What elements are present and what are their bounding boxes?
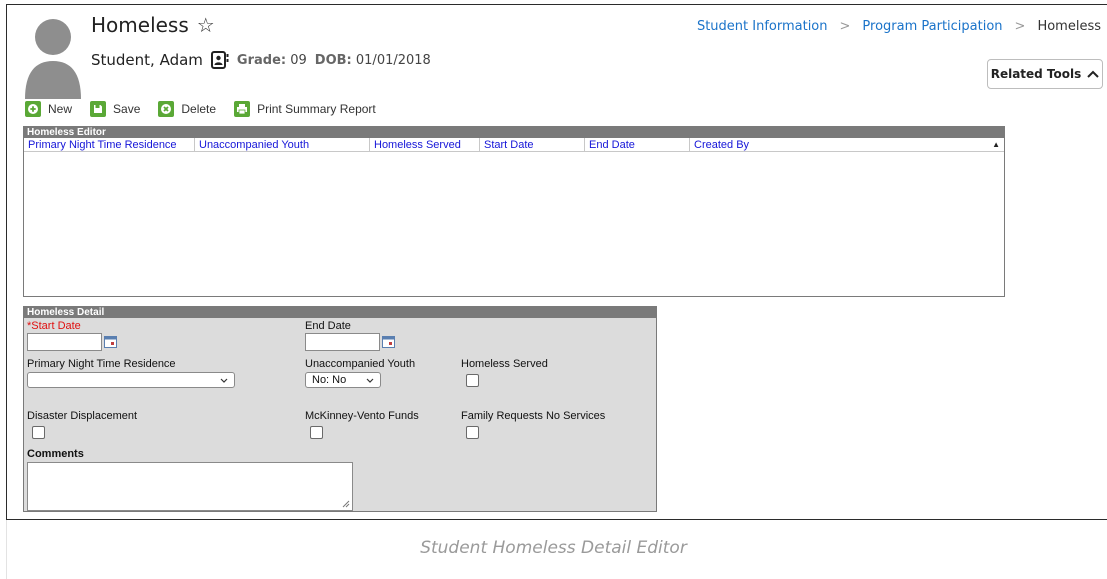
new-label: New bbox=[48, 102, 73, 116]
resize-grip-icon[interactable] bbox=[342, 500, 350, 508]
disaster-displacement-label: Disaster Displacement bbox=[27, 410, 138, 422]
start-date-input[interactable] bbox=[27, 333, 102, 351]
end-date-box bbox=[305, 333, 395, 351]
mckinney-vento-field: McKinney-Vento Funds bbox=[305, 410, 419, 439]
mckinney-vento-checkbox[interactable] bbox=[310, 426, 323, 439]
print-summary-label: Print Summary Report bbox=[257, 102, 376, 116]
student-info: Student, Adam Grade: 09 DOB: 01/01/2018 bbox=[91, 51, 431, 69]
homeless-detail: Homeless Detail *Start Date End Date Pri… bbox=[23, 306, 657, 512]
disaster-displacement-checkbox[interactable] bbox=[32, 426, 45, 439]
family-requests-field: Family Requests No Services bbox=[461, 410, 605, 439]
primary-residence-field: Primary Night Time Residence bbox=[27, 358, 235, 388]
mckinney-vento-label: McKinney-Vento Funds bbox=[305, 410, 419, 422]
print-summary-button[interactable]: Print Summary Report bbox=[234, 101, 376, 117]
save-button[interactable]: Save bbox=[90, 101, 140, 117]
column-start-date[interactable]: Start Date bbox=[480, 138, 585, 151]
delete-button[interactable]: Delete bbox=[158, 101, 216, 117]
comments-label: Comments bbox=[27, 448, 84, 460]
grade-value: 09 bbox=[290, 52, 307, 68]
comments-field: Comments bbox=[27, 448, 353, 511]
column-homeless-served[interactable]: Homeless Served bbox=[370, 138, 480, 151]
chevron-up-icon bbox=[1087, 70, 1099, 78]
homeless-editor: Homeless Editor Primary Night Time Resid… bbox=[23, 126, 1005, 297]
breadcrumb-program-participation[interactable]: Program Participation bbox=[862, 19, 1002, 34]
start-date-field: *Start Date bbox=[27, 320, 117, 351]
start-date-label: *Start Date bbox=[27, 320, 81, 332]
page-frame: Homeless ☆ Student, Adam Grade: 09 DOB: … bbox=[0, 0, 1107, 579]
breadcrumb-separator: > bbox=[1014, 19, 1026, 34]
column-created-by: Created By bbox=[694, 139, 750, 151]
editor-grid-header: Primary Night Time Residence Unaccompani… bbox=[24, 138, 1004, 152]
delete-icon bbox=[158, 101, 175, 117]
column-primary-night-time-residence[interactable]: Primary Night Time Residence bbox=[24, 138, 195, 151]
calendar-icon[interactable] bbox=[104, 336, 117, 348]
dob-label: DOB: bbox=[314, 52, 352, 68]
unaccompanied-youth-select[interactable]: No: No bbox=[305, 372, 381, 388]
end-date-input[interactable] bbox=[305, 333, 380, 351]
save-icon bbox=[90, 101, 107, 117]
page-title: Homeless bbox=[91, 13, 189, 37]
detail-title: Homeless Detail bbox=[24, 307, 656, 318]
start-date-box bbox=[27, 333, 117, 351]
column-end-date[interactable]: End Date bbox=[585, 138, 690, 151]
column-created-by-cell[interactable]: Created By ▲ bbox=[690, 138, 1004, 151]
primary-residence-select[interactable] bbox=[27, 372, 235, 388]
end-date-label: End Date bbox=[305, 320, 351, 332]
save-label: Save bbox=[113, 102, 141, 116]
breadcrumb-separator: > bbox=[839, 19, 851, 34]
grade-label: Grade: bbox=[236, 52, 287, 68]
new-button[interactable]: New bbox=[25, 101, 72, 117]
family-requests-checkbox[interactable] bbox=[466, 426, 479, 439]
breadcrumb: Student Information > Program Participat… bbox=[697, 19, 1101, 34]
breadcrumb-student-information[interactable]: Student Information bbox=[697, 19, 828, 34]
homeless-served-field: Homeless Served bbox=[461, 358, 548, 387]
comments-textarea[interactable] bbox=[27, 462, 353, 511]
primary-residence-label: Primary Night Time Residence bbox=[27, 358, 176, 370]
homeless-served-label: Homeless Served bbox=[461, 358, 548, 370]
unaccompanied-youth-field: Unaccompanied Youth No: No bbox=[305, 358, 415, 388]
dob-value: 01/01/2018 bbox=[355, 52, 431, 68]
page-title-row: Homeless ☆ bbox=[91, 13, 215, 37]
student-name: Student, Adam bbox=[91, 51, 203, 69]
disaster-displacement-field: Disaster Displacement bbox=[27, 410, 137, 439]
homeless-served-checkbox[interactable] bbox=[466, 374, 479, 387]
star-icon[interactable]: ☆ bbox=[197, 15, 215, 35]
family-requests-label: Family Requests No Services bbox=[461, 410, 606, 422]
chevron-down-icon bbox=[366, 378, 374, 383]
figure-caption: Student Homeless Detail Editor bbox=[420, 538, 687, 558]
end-date-field: End Date bbox=[305, 320, 395, 351]
toolbar: New Save Delete Print Summary Report bbox=[25, 101, 376, 117]
contact-card-icon[interactable] bbox=[210, 51, 229, 69]
dob-info: DOB: 01/01/2018 bbox=[315, 53, 431, 68]
printer-icon bbox=[234, 101, 251, 117]
unaccompanied-youth-value: No: No bbox=[312, 374, 347, 386]
grade-info: Grade: 09 bbox=[237, 53, 307, 68]
related-tools-label: Related Tools bbox=[990, 67, 1082, 81]
breadcrumb-current: Homeless bbox=[1037, 19, 1101, 34]
editor-title: Homeless Editor bbox=[24, 127, 1004, 138]
calendar-icon[interactable] bbox=[382, 336, 395, 348]
student-avatar bbox=[25, 19, 81, 99]
unaccompanied-youth-label: Unaccompanied Youth bbox=[305, 358, 416, 370]
app-screen: Homeless ☆ Student, Adam Grade: 09 DOB: … bbox=[6, 4, 1107, 520]
chevron-down-icon bbox=[220, 378, 228, 383]
sort-arrow-icon: ▲ bbox=[992, 140, 1000, 149]
plus-icon bbox=[25, 101, 41, 117]
column-unaccompanied-youth[interactable]: Unaccompanied Youth bbox=[195, 138, 370, 151]
delete-label: Delete bbox=[181, 102, 217, 116]
related-tools-button[interactable]: Related Tools bbox=[987, 59, 1103, 89]
